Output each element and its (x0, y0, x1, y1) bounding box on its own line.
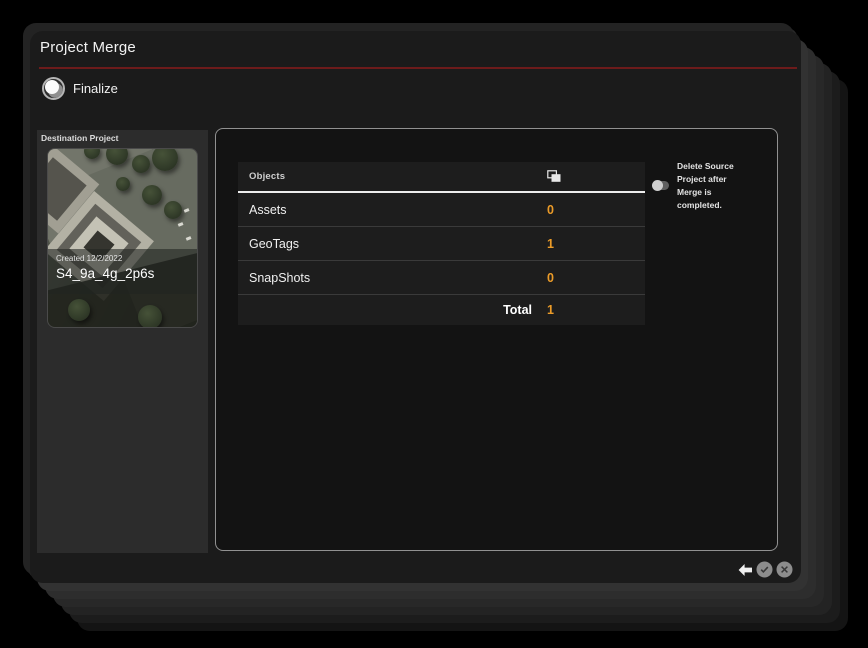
row-value: 1 (547, 236, 554, 251)
close-button[interactable] (776, 561, 793, 578)
objects-column-header: Objects (249, 171, 286, 182)
merge-summary-panel: Objects Assets 0 GeoTags 1 SnapShots 0 T… (215, 128, 778, 551)
step-label: Finalize (73, 80, 118, 96)
project-name: S4_9a_4g_2p6s (56, 266, 155, 281)
aerial-thumbnail (48, 149, 197, 327)
back-button[interactable] (736, 561, 753, 578)
thumb-tree (138, 305, 162, 327)
confirm-button[interactable] (756, 561, 773, 578)
total-label: Total (503, 303, 532, 317)
footer-actions (736, 561, 793, 578)
objects-table: Objects Assets 0 GeoTags 1 SnapShots 0 T… (238, 162, 645, 325)
merge-spheres-icon (42, 76, 65, 100)
project-card-overlay: Created 12/2/2022 S4_9a_4g_2p6s (48, 249, 197, 294)
back-arrow-icon (738, 563, 752, 576)
thumb-tree (142, 185, 162, 205)
row-value: 0 (547, 202, 554, 217)
merge-sphere-front (45, 79, 59, 94)
title-divider (39, 67, 797, 69)
project-merge-dialog: Project Merge Finalize Destination Proje… (30, 31, 801, 583)
row-label: Assets (249, 202, 287, 217)
close-circle-icon (776, 561, 793, 578)
table-header-row: Objects (238, 162, 645, 193)
screen-background: Project Merge Finalize Destination Proje… (0, 0, 868, 648)
table-row: Assets 0 (238, 193, 645, 227)
thumb-tree (164, 201, 182, 219)
toggle-knob (652, 180, 663, 191)
thumb-tree (132, 155, 150, 173)
row-label: SnapShots (249, 270, 311, 285)
table-total-row: Total 1 (238, 295, 645, 325)
table-row: GeoTags 1 (238, 227, 645, 261)
thumb-tree (68, 299, 90, 321)
delete-source-toggle[interactable] (652, 180, 669, 191)
check-circle-icon (756, 561, 773, 578)
table-row: SnapShots 0 (238, 261, 645, 295)
total-value: 1 (547, 303, 554, 317)
finalize-step: Finalize (42, 76, 118, 100)
project-card[interactable]: Created 12/2/2022 S4_9a_4g_2p6s (47, 148, 198, 328)
project-created-date: Created 12/2/2022 (56, 254, 123, 263)
destination-project-panel: Destination Project Created 12/2/2022 S4… (37, 130, 208, 553)
row-value: 0 (547, 270, 554, 285)
row-label: GeoTags (249, 236, 300, 251)
thumb-tree (116, 177, 130, 191)
copy-icon (547, 170, 645, 183)
delete-source-label: Delete Source Project after Merge is com… (677, 161, 734, 210)
destination-project-label: Destination Project (41, 133, 119, 143)
dialog-title: Project Merge (40, 39, 136, 56)
